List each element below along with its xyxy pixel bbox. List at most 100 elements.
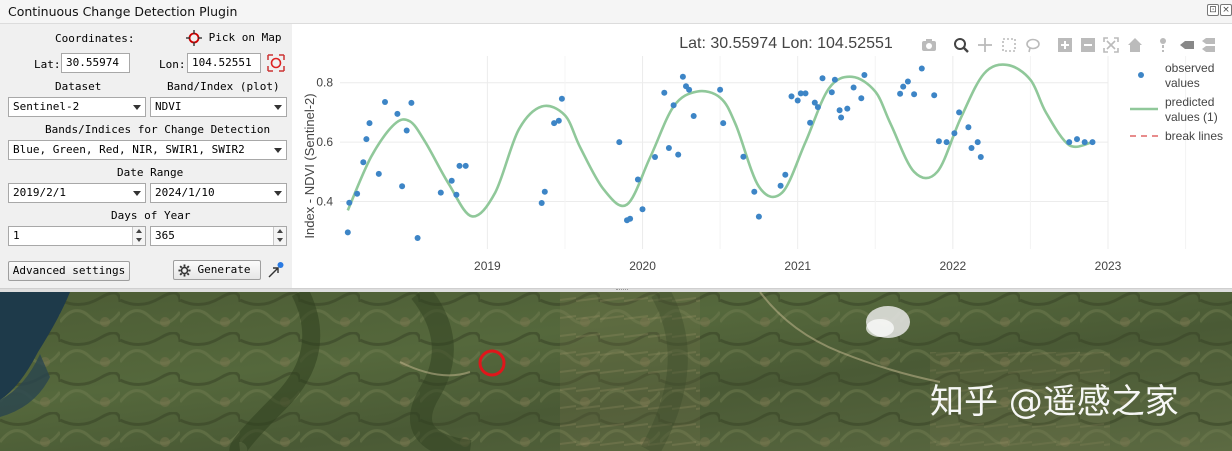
observed-point[interactable] — [814, 104, 821, 111]
bands-detect-select[interactable]: Blue, Green, Red, NIR, SWIR1, SWIR2 — [8, 140, 287, 160]
zoom-in-icon[interactable] — [1058, 38, 1072, 52]
observed-point[interactable] — [616, 139, 623, 146]
observed-point[interactable] — [346, 199, 353, 206]
pick-on-map-button[interactable]: Pick on Map — [186, 30, 281, 46]
observed-point[interactable] — [782, 171, 789, 178]
locate-button[interactable] — [267, 54, 285, 75]
observed-point[interactable] — [661, 89, 668, 96]
observed-point[interactable] — [1074, 136, 1080, 143]
observed-point[interactable] — [720, 120, 727, 127]
zoom-icon[interactable] — [954, 38, 969, 53]
observed-point[interactable] — [414, 235, 421, 241]
doy-start-spinbox[interactable]: 1 — [8, 226, 146, 246]
spin-arrows-icon[interactable] — [132, 227, 145, 245]
observed-point[interactable] — [456, 162, 463, 169]
observed-point[interactable] — [956, 109, 963, 116]
hover-closest-icon[interactable] — [1180, 41, 1194, 49]
spike-lines-icon[interactable] — [1160, 38, 1166, 52]
observed-point[interactable] — [794, 97, 801, 104]
observed-point[interactable] — [627, 215, 634, 222]
observed-point[interactable] — [861, 72, 868, 78]
observed-point[interactable] — [918, 65, 925, 72]
observed-point[interactable] — [807, 119, 814, 126]
observed-point[interactable] — [844, 105, 851, 112]
close-icon[interactable]: × — [1220, 4, 1232, 16]
observed-point[interactable] — [403, 127, 410, 134]
observed-point[interactable] — [1089, 139, 1096, 146]
legend-observed-text[interactable]: observed values — [1165, 61, 1214, 90]
observed-point[interactable] — [755, 213, 762, 220]
observed-point[interactable] — [911, 91, 918, 98]
observed-point[interactable] — [394, 110, 401, 117]
observed-point[interactable] — [974, 139, 981, 146]
observed-point[interactable] — [639, 206, 646, 213]
legend-break-text[interactable]: break lines — [1165, 129, 1223, 143]
observed-point[interactable] — [375, 170, 382, 177]
observed-point[interactable] — [965, 124, 972, 131]
observed-point[interactable] — [690, 113, 697, 119]
observed-point[interactable] — [541, 188, 548, 195]
restore-icon[interactable]: ⊡ — [1207, 4, 1219, 16]
observed-point[interactable] — [828, 89, 835, 96]
hover-compare-icon[interactable] — [1202, 38, 1215, 52]
generate-button[interactable]: Generate — [173, 260, 261, 280]
spin-arrows-icon[interactable] — [273, 227, 286, 245]
observed-point[interactable] — [777, 182, 784, 189]
observed-point[interactable] — [366, 120, 373, 127]
observed-point[interactable] — [453, 191, 460, 198]
observed-point[interactable] — [462, 162, 469, 169]
observed-point[interactable] — [555, 117, 562, 124]
observed-point[interactable] — [931, 92, 938, 99]
observed-point[interactable] — [802, 90, 809, 97]
observed-point[interactable] — [652, 154, 658, 160]
observed-point[interactable] — [408, 99, 415, 106]
lon-input[interactable]: 104.52551 — [187, 53, 261, 73]
observed-point[interactable] — [675, 151, 682, 158]
observed-point[interactable] — [679, 73, 686, 80]
camera-icon[interactable] — [922, 39, 936, 51]
observed-point[interactable] — [838, 114, 845, 121]
observed-point[interactable] — [977, 154, 984, 160]
band-select[interactable]: NDVI — [150, 97, 287, 117]
observed-point[interactable] — [1081, 139, 1088, 146]
observed-point[interactable] — [538, 200, 545, 206]
observed-point[interactable] — [344, 229, 351, 236]
satellite-map[interactable]: 知乎 @遥感之家 — [0, 292, 1232, 451]
zoom-out-icon[interactable] — [1081, 38, 1095, 52]
observed-point[interactable] — [900, 83, 907, 90]
observed-point[interactable] — [788, 93, 795, 100]
lat-input[interactable]: 30.55974 — [61, 53, 130, 73]
observed-point[interactable] — [399, 183, 406, 190]
observed-point[interactable] — [836, 107, 843, 114]
observed-point[interactable] — [819, 75, 826, 82]
home-icon[interactable] — [1128, 38, 1142, 52]
observed-point[interactable] — [751, 188, 758, 195]
observed-point[interactable] — [943, 139, 950, 146]
autoscale-icon[interactable] — [1103, 37, 1119, 53]
observed-point[interactable] — [363, 136, 370, 143]
observed-point[interactable] — [448, 177, 455, 184]
observed-point[interactable] — [904, 78, 911, 85]
doy-end-spinbox[interactable]: 365 — [150, 226, 287, 246]
observed-point[interactable] — [670, 102, 677, 109]
observed-point[interactable] — [935, 138, 942, 145]
dataset-select[interactable]: Sentinel-2 — [8, 97, 146, 117]
observed-point[interactable] — [951, 130, 958, 137]
observed-point[interactable] — [354, 190, 361, 197]
observed-point[interactable] — [686, 86, 693, 93]
observed-point[interactable] — [850, 84, 857, 91]
observed-point[interactable] — [858, 95, 865, 102]
observed-point[interactable] — [831, 76, 838, 83]
observed-point[interactable] — [665, 145, 672, 151]
advanced-settings-button[interactable]: Advanced settings — [8, 261, 130, 281]
observed-point[interactable] — [437, 189, 444, 196]
observed-point[interactable] — [360, 159, 367, 166]
observed-point[interactable] — [382, 99, 388, 105]
observed-point[interactable] — [634, 176, 641, 183]
pan-icon[interactable] — [978, 38, 992, 52]
expand-arrow-button[interactable] — [266, 260, 286, 283]
legend-predicted-text[interactable]: predicted values (1) — [1165, 95, 1218, 124]
end-date-input[interactable]: 2024/1/10 — [150, 183, 287, 203]
observed-point[interactable] — [897, 90, 904, 97]
box-select-icon[interactable] — [1002, 38, 1016, 52]
